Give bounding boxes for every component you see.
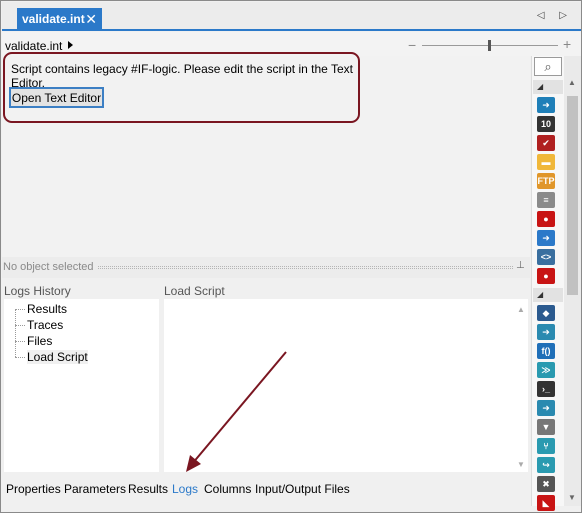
scroll-up-icon[interactable]: ▲ [517, 305, 525, 314]
tree-item-files[interactable]: Files [15, 334, 52, 350]
binary-icon[interactable]: 10 [537, 116, 555, 132]
tab-validate-int[interactable]: validate.int ✕ [17, 8, 102, 31]
import-icon[interactable]: ➜ [537, 97, 555, 113]
document-tab-strip: validate.int ✕ ◁ ▷ [2, 2, 581, 31]
load-script-title: Load Script [164, 284, 225, 298]
toolbox-category-toggle[interactable]: ◢ [533, 80, 563, 94]
tab-scroll-arrows-icon[interactable]: ◁ ▷ [537, 10, 573, 21]
tab-input-output-files[interactable]: Input/Output Files [255, 482, 350, 496]
merge-icon[interactable]: ≫ [537, 362, 555, 378]
function-icon[interactable]: f() [537, 343, 555, 359]
tree-item-results[interactable]: Results [15, 302, 67, 318]
tab-logs[interactable]: Logs [172, 482, 198, 496]
scrollbar-thumb[interactable] [567, 96, 578, 295]
folder-icon[interactable]: ▬ [537, 154, 555, 170]
split-icon[interactable]: ⑂ [537, 438, 555, 454]
zoom-out-icon[interactable]: − [408, 37, 416, 53]
zoom-in-icon[interactable]: + [563, 36, 571, 52]
open-text-editor-button[interactable]: Open Text Editor [9, 87, 104, 108]
script-icon[interactable]: <> [537, 249, 555, 265]
terminal-icon[interactable]: ›_ [537, 381, 555, 397]
toolbox-category-toggle[interactable]: ◢ [533, 288, 563, 302]
forward-icon[interactable]: ➔ [537, 324, 555, 340]
delete-icon[interactable]: ✖ [537, 476, 555, 492]
checklist-icon[interactable]: ✔ [537, 135, 555, 151]
bottom-tab-bar: Properties Parameters Results Logs Colum… [2, 475, 530, 505]
close-icon[interactable]: ✕ [85, 11, 97, 28]
end-icon[interactable]: ◣ [537, 495, 555, 511]
toolbox-scrollbar[interactable]: ▲ ▼ [564, 56, 581, 506]
selection-status: No object selected [3, 261, 94, 273]
zoom-slider-thumb[interactable] [487, 40, 491, 51]
stop-icon[interactable]: ● [537, 211, 555, 227]
scroll-down-icon[interactable]: ▼ [568, 493, 576, 502]
record-icon[interactable]: ● [537, 268, 555, 284]
tab-results[interactable]: Results [128, 482, 168, 496]
splitter-grip[interactable] [98, 266, 513, 269]
load-script-scrollbar[interactable]: ▲ ▼ [513, 299, 528, 472]
shield-icon[interactable]: ◆ [537, 305, 555, 321]
tab-properties[interactable]: Properties [6, 482, 61, 496]
search-icon[interactable]: ⌕ [534, 57, 562, 76]
ftp-icon[interactable]: FTP [537, 173, 555, 189]
load-script-pane[interactable]: ▲ ▼ [164, 299, 528, 472]
logs-history-title: Logs History [4, 284, 71, 298]
database-icon[interactable]: ➜ [537, 230, 555, 246]
tab-columns[interactable]: Columns [204, 482, 251, 496]
tree-item-traces[interactable]: Traces [15, 318, 63, 334]
panel-splitter[interactable]: No object selected ⊥ [2, 257, 530, 278]
breadcrumb[interactable]: validate.int [5, 39, 62, 53]
scroll-up-icon[interactable]: ▲ [568, 78, 576, 87]
tree-item-load-script[interactable]: Load Script [15, 350, 88, 366]
tab-parameters[interactable]: Parameters [64, 482, 126, 496]
route-icon[interactable]: ↪ [537, 457, 555, 473]
design-canvas[interactable]: Script contains legacy #IF-logic. Please… [2, 52, 530, 257]
pin-icon[interactable]: ⊥ [516, 260, 525, 271]
export-icon[interactable]: ➜ [537, 400, 555, 416]
filter-icon[interactable]: ▼ [537, 419, 555, 435]
legacy-logic-message: Script contains legacy #IF-logic. Please… [11, 62, 353, 90]
toolbox-panel: ⌕ ◢ ◢ ➜ 10 ✔ ▬ FTP ≡ ● ➜ <> ● ◆ ➔ f() ≫ ›_ ➜ ▼ ⑂ ↪ ✖ ◣ [531, 56, 564, 511]
scroll-down-icon[interactable]: ▼ [517, 460, 525, 469]
annotation-highlight-box: Script contains legacy #IF-logic. Please… [3, 52, 360, 123]
editor-window: validate.int ✕ ◁ ▷ validate.int − + Scri… [0, 0, 582, 513]
breadcrumb-arrow-icon[interactable] [68, 41, 73, 49]
tab-title: validate.int [22, 12, 85, 26]
list-icon[interactable]: ≡ [537, 192, 555, 208]
logs-history-tree: Results Traces Files Load Script [4, 299, 159, 472]
